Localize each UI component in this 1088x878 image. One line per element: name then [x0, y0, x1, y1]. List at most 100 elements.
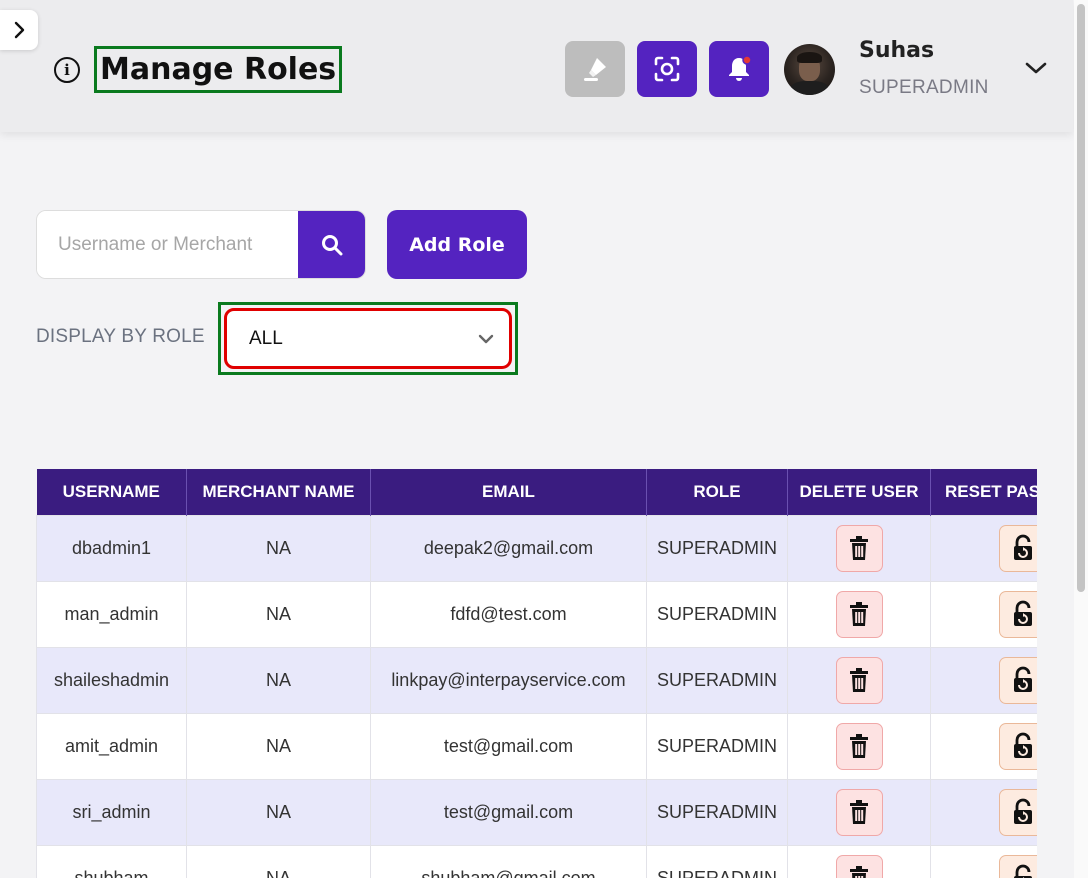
table-row: shubham NA shubham@gmail.com SUPERADMIN [36, 844, 1037, 878]
cell-email: linkpay@interpayservice.com [370, 646, 647, 714]
user-name: Suhas [859, 38, 935, 63]
column-header-username: USERNAME [36, 469, 187, 515]
reset-password-icon [1013, 600, 1032, 626]
column-header-delete-user: DELETE USER [787, 469, 931, 515]
highlight-button[interactable] [565, 41, 625, 97]
table-row: amit_admin NA test@gmail.com SUPERADMIN [36, 712, 1037, 780]
cell-email: fdfd@test.com [370, 580, 647, 648]
reset-password-button[interactable] [999, 656, 1037, 704]
scan-focus-icon [654, 56, 680, 82]
delete-user-button[interactable] [835, 524, 883, 572]
cell-merchant-name: NA [186, 646, 371, 714]
cell-delete-user [787, 844, 931, 878]
chevron-down-icon[interactable] [1022, 58, 1050, 78]
column-header-email: EMAIL [370, 469, 647, 515]
table-row: man_admin NA fdfd@test.com SUPERADMIN [36, 580, 1037, 648]
cell-delete-user [787, 514, 931, 582]
reset-password-button[interactable] [999, 722, 1037, 770]
delete-user-button[interactable] [835, 722, 883, 770]
cell-reset-password [930, 646, 1037, 714]
add-role-button[interactable]: Add Role [387, 210, 527, 279]
trash-icon [850, 602, 868, 626]
cell-delete-user [787, 646, 931, 714]
role-select[interactable]: ALL [224, 308, 512, 369]
cell-reset-password [930, 514, 1037, 582]
search-icon [321, 234, 342, 255]
cell-role: SUPERADMIN [646, 580, 788, 648]
cell-username: sri_admin [36, 778, 187, 846]
trash-icon [850, 668, 868, 692]
cell-role: SUPERADMIN [646, 514, 788, 582]
cell-merchant-name: NA [186, 844, 371, 878]
trash-icon [850, 734, 868, 758]
cell-merchant-name: NA [186, 514, 371, 582]
trash-icon [850, 536, 868, 560]
page-scrollbar[interactable] [1074, 0, 1088, 878]
avatar[interactable] [784, 44, 835, 95]
users-table: USERNAME MERCHANT NAME EMAIL ROLE DELETE… [36, 469, 1037, 878]
table-row: sri_admin NA test@gmail.com SUPERADMIN [36, 778, 1037, 846]
cell-reset-password [930, 580, 1037, 648]
reset-password-button[interactable] [999, 854, 1037, 878]
cell-merchant-name: NA [186, 580, 371, 648]
highlighter-icon [584, 58, 606, 81]
trash-icon [850, 800, 868, 824]
cell-username: man_admin [36, 580, 187, 648]
cell-reset-password [930, 712, 1037, 780]
reset-password-button[interactable] [999, 788, 1037, 836]
trash-icon [850, 866, 868, 878]
bell-icon [729, 55, 752, 81]
users-table-container[interactable]: USERNAME MERCHANT NAME EMAIL ROLE DELETE… [36, 469, 1037, 878]
cell-username: shubham [36, 844, 187, 878]
cell-merchant-name: NA [186, 712, 371, 780]
screen-capture-button[interactable] [637, 41, 697, 97]
cell-reset-password [930, 844, 1037, 878]
cell-merchant-name: NA [186, 778, 371, 846]
cell-email: deepak2@gmail.com [370, 514, 647, 582]
role-select-value: ALL [249, 327, 283, 349]
cell-reset-password [930, 778, 1037, 846]
delete-user-button[interactable] [835, 854, 883, 878]
cell-email: test@gmail.com [370, 778, 647, 846]
search-box [36, 210, 366, 279]
cell-role: SUPERADMIN [646, 646, 788, 714]
info-circle-icon[interactable]: i [54, 57, 80, 83]
notifications-button[interactable] [709, 41, 769, 97]
user-role: SUPERADMIN [859, 77, 989, 98]
sidebar-toggle-button[interactable] [0, 10, 38, 50]
chevron-down-icon [478, 334, 494, 343]
delete-user-button[interactable] [835, 788, 883, 836]
cell-email: test@gmail.com [370, 712, 647, 780]
cell-delete-user [787, 712, 931, 780]
reset-password-icon [1013, 864, 1032, 878]
reset-password-button[interactable] [999, 590, 1037, 638]
table-row: dbadmin1 NA deepak2@gmail.com SUPERADMIN [36, 514, 1037, 582]
table-row: shaileshadmin NA linkpay@interpayservice.c… [36, 646, 1037, 714]
reset-password-icon [1013, 534, 1032, 560]
column-header-reset-password: RESET PASSWORD [930, 469, 1037, 515]
cell-username: amit_admin [36, 712, 187, 780]
column-header-merchant-name: MERCHANT NAME [186, 469, 371, 515]
reset-password-icon [1013, 666, 1032, 692]
column-header-role: ROLE [646, 469, 788, 515]
filter-label: DISPLAY BY ROLE [36, 326, 205, 347]
cell-role: SUPERADMIN [646, 844, 788, 878]
cell-role: SUPERADMIN [646, 712, 788, 780]
delete-user-button[interactable] [835, 656, 883, 704]
search-input[interactable] [37, 211, 298, 278]
cell-username: shaileshadmin [36, 646, 187, 714]
search-button[interactable] [298, 211, 365, 278]
cell-role: SUPERADMIN [646, 778, 788, 846]
role-select-highlight: ALL [218, 302, 518, 375]
cell-username: dbadmin1 [36, 514, 187, 582]
reset-password-icon [1013, 732, 1032, 758]
cell-delete-user [787, 778, 931, 846]
page-title: Manage Roles [94, 46, 343, 93]
delete-user-button[interactable] [835, 590, 883, 638]
scrollbar-thumb[interactable] [1077, 4, 1085, 592]
cell-email: shubham@gmail.com [370, 844, 647, 878]
reset-password-button[interactable] [999, 524, 1037, 572]
reset-password-icon [1013, 798, 1032, 824]
top-header: i Manage Roles Suhas SUPERADMIN [0, 0, 1073, 132]
chevron-right-icon [14, 21, 25, 39]
